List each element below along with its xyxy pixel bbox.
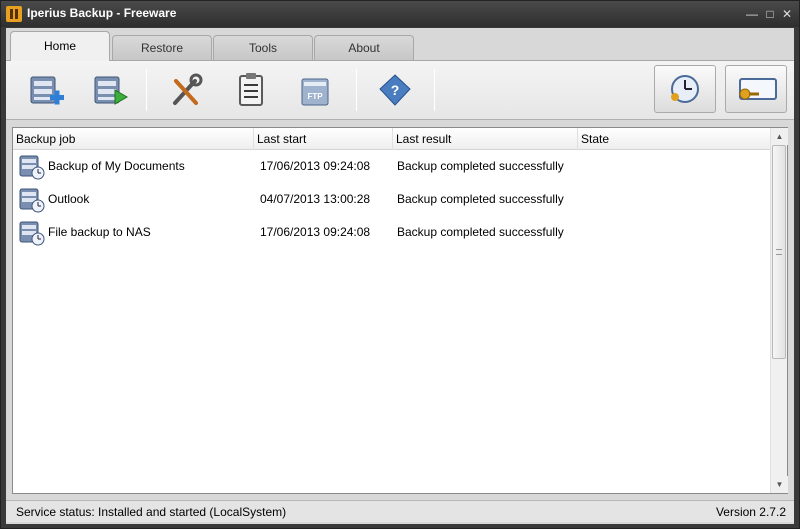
version-label: Version 2.7.2 xyxy=(715,505,786,519)
column-header-last-start[interactable]: Last start xyxy=(254,128,393,150)
maximize-icon[interactable]: □ xyxy=(763,7,777,21)
license-key-icon xyxy=(739,78,777,100)
license-button[interactable] xyxy=(725,65,787,113)
table-row[interactable]: Outlook 04/07/2013 13:00:28 Backup compl… xyxy=(13,183,770,216)
scroll-up-icon[interactable]: ▲ xyxy=(771,128,788,145)
toolbar-separator xyxy=(434,69,435,111)
column-header-backup-job[interactable]: Backup job xyxy=(13,128,254,150)
tab-strip: Home Restore Tools About xyxy=(6,28,794,61)
ftp-label: FTP xyxy=(307,92,323,101)
table-row[interactable]: Backup of My Documents 17/06/2013 09:24:… xyxy=(13,150,770,183)
vertical-scrollbar[interactable]: ▲ ▼ xyxy=(770,128,788,493)
minimize-icon[interactable]: — xyxy=(745,7,759,21)
backup-job-icon xyxy=(19,155,45,180)
table-row[interactable]: File backup to NAS 17/06/2013 09:24:08 B… xyxy=(13,216,770,249)
window-title: Iperius Backup - Freeware xyxy=(27,6,177,20)
backup-job-icon xyxy=(19,221,45,246)
job-name: Outlook xyxy=(48,192,90,206)
ftp-button[interactable]: FTP xyxy=(292,67,340,115)
column-header-state[interactable]: State xyxy=(578,128,770,150)
backup-job-icon xyxy=(19,188,45,213)
toolbar-separator xyxy=(146,69,147,111)
tab-tools[interactable]: Tools xyxy=(213,35,313,61)
job-last-start: 04/07/2013 13:00:28 xyxy=(260,192,371,206)
scroll-thumb[interactable] xyxy=(772,145,786,359)
job-last-start: 17/06/2013 09:24:08 xyxy=(260,225,371,239)
job-name: Backup of My Documents xyxy=(48,159,185,173)
app-window: Iperius Backup - Freeware — □ ✕ Home Res… xyxy=(0,0,800,529)
log-button[interactable] xyxy=(228,67,276,115)
help-icon: ? xyxy=(379,74,411,106)
job-name: File backup to NAS xyxy=(48,225,151,239)
tab-about[interactable]: About xyxy=(314,35,414,61)
scroll-down-icon[interactable]: ▼ xyxy=(771,476,788,493)
job-last-result: Backup completed successfully xyxy=(397,192,564,206)
list-rows: Backup of My Documents 17/06/2013 09:24:… xyxy=(13,150,770,249)
ftp-icon: FTP xyxy=(301,78,329,106)
new-backup-button[interactable] xyxy=(22,67,70,115)
help-button[interactable]: ? xyxy=(372,67,420,115)
toolbar: FTP ? xyxy=(6,60,794,120)
grip-icon xyxy=(776,249,782,255)
run-backup-icon xyxy=(94,76,128,105)
run-backup-button[interactable] xyxy=(86,67,134,115)
iperius-logo-icon xyxy=(6,6,22,22)
toolbar-separator xyxy=(356,69,357,111)
job-last-result: Backup completed successfully xyxy=(397,225,564,239)
status-bar: Service status: Installed and started (L… xyxy=(6,500,794,522)
close-icon[interactable]: ✕ xyxy=(780,7,794,21)
svg-text:?: ? xyxy=(391,82,400,98)
settings-button[interactable] xyxy=(162,67,210,115)
scheduler-button[interactable] xyxy=(654,65,716,113)
job-last-start: 17/06/2013 09:24:08 xyxy=(260,159,371,173)
column-header-last-result[interactable]: Last result xyxy=(393,128,578,150)
tab-restore[interactable]: Restore xyxy=(112,35,212,61)
backup-job-list[interactable]: Backup job Last start Last result State … xyxy=(12,127,788,494)
list-header: Backup job Last start Last result State xyxy=(13,128,770,150)
clipboard-icon xyxy=(239,73,263,106)
scheduler-icon xyxy=(671,75,699,103)
main-panel: Home Restore Tools About FTP ? Backup jo… xyxy=(6,28,794,524)
job-last-result: Backup completed successfully xyxy=(397,159,564,173)
title-bar[interactable]: Iperius Backup - Freeware — □ ✕ xyxy=(1,1,799,27)
service-status: Service status: Installed and started (L… xyxy=(16,505,287,519)
tools-icon xyxy=(173,73,203,105)
new-backup-icon xyxy=(30,76,64,105)
tab-home[interactable]: Home xyxy=(10,31,110,61)
